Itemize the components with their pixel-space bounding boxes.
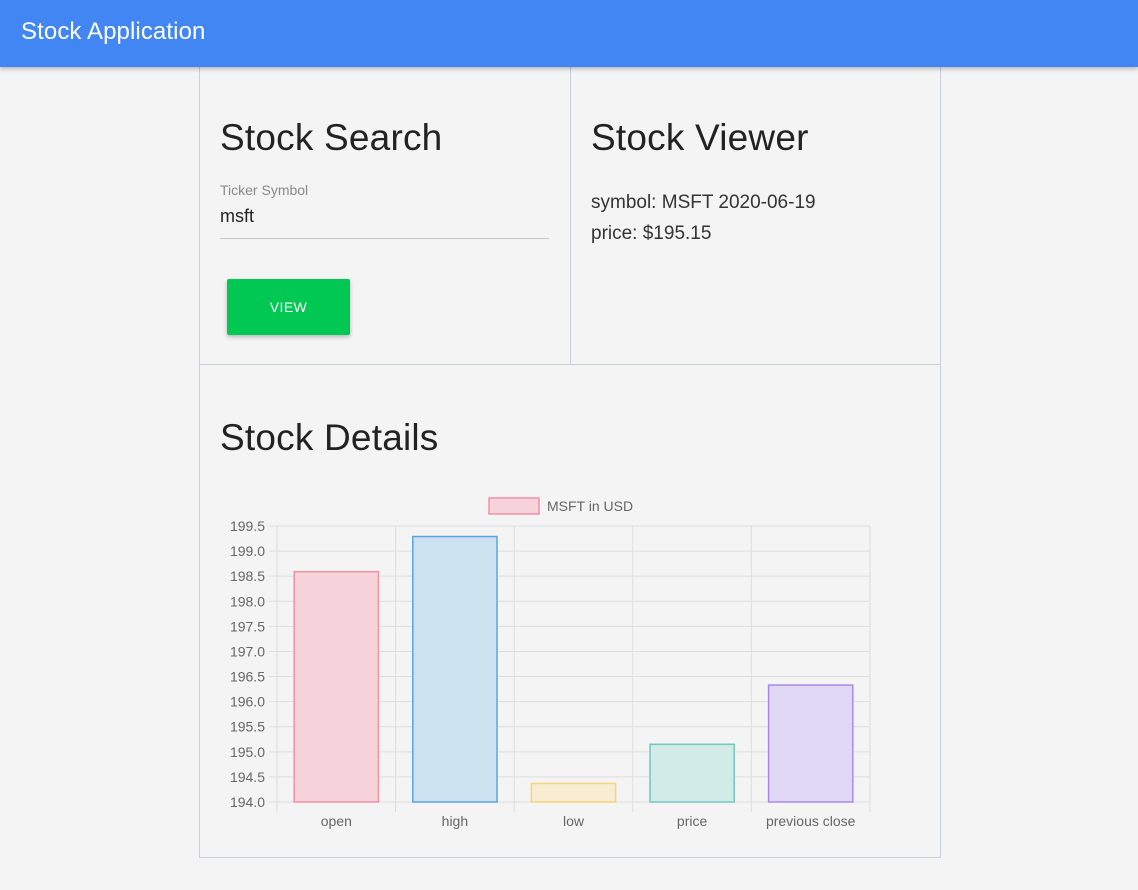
stock-search-panel: Stock Search Ticker Symbol VIEW xyxy=(199,67,571,365)
y-tick-label: 196.0 xyxy=(230,694,265,710)
y-tick-label: 194.0 xyxy=(230,794,265,810)
ticker-symbol-input[interactable] xyxy=(220,203,549,239)
legend-label: MSFT in USD xyxy=(547,498,633,514)
x-tick-label: previous close xyxy=(766,813,856,829)
stock-search-title: Stock Search xyxy=(220,117,443,158)
ticker-symbol-label: Ticker Symbol xyxy=(220,182,309,198)
bar-low xyxy=(530,782,617,803)
x-tick-label: price xyxy=(677,813,708,829)
x-tick-label: high xyxy=(442,813,468,829)
y-tick-label: 198.0 xyxy=(230,593,265,609)
stock-viewer-title: Stock Viewer xyxy=(591,117,809,158)
stock-viewer-panel: Stock Viewer symbol: MSFT 2020-06-19 pri… xyxy=(570,67,941,365)
y-tick-label: 197.5 xyxy=(230,618,265,634)
x-tick-label: low xyxy=(563,813,585,829)
stock-details-panel: Stock Details 199.5 199.0 198.5 198.0 197.5 1… xyxy=(199,364,941,858)
view-button[interactable]: VIEW xyxy=(227,279,350,335)
bar-high xyxy=(412,535,498,803)
y-tick-label: 195.5 xyxy=(230,719,265,735)
stock-details-title: Stock Details xyxy=(220,417,439,458)
y-tick-label: 195.0 xyxy=(230,744,265,760)
symbol-text: symbol: MSFT 2020-06-19 xyxy=(591,192,816,213)
legend-swatch xyxy=(488,497,540,515)
y-tick-label: 194.5 xyxy=(230,769,265,785)
y-tick-label: 199.0 xyxy=(230,543,265,559)
y-tick-label: 196.5 xyxy=(230,669,265,685)
price-text: price: $195.15 xyxy=(591,223,712,244)
y-tick-label: 198.5 xyxy=(230,568,265,584)
bar-open xyxy=(293,570,380,803)
x-tick-label: open xyxy=(321,813,352,829)
app-bar: Stock Application xyxy=(0,0,1138,67)
y-tick-label: 197.0 xyxy=(230,643,265,659)
y-tick-label: 199.5 xyxy=(230,518,265,534)
bar-price xyxy=(649,743,735,803)
stock-bar-chart: 199.5 199.0 198.5 198.0 197.5 197.0 196.5 196.0… xyxy=(230,497,871,829)
app-title: Stock Application xyxy=(21,18,206,45)
bar-previous-close xyxy=(767,684,854,803)
